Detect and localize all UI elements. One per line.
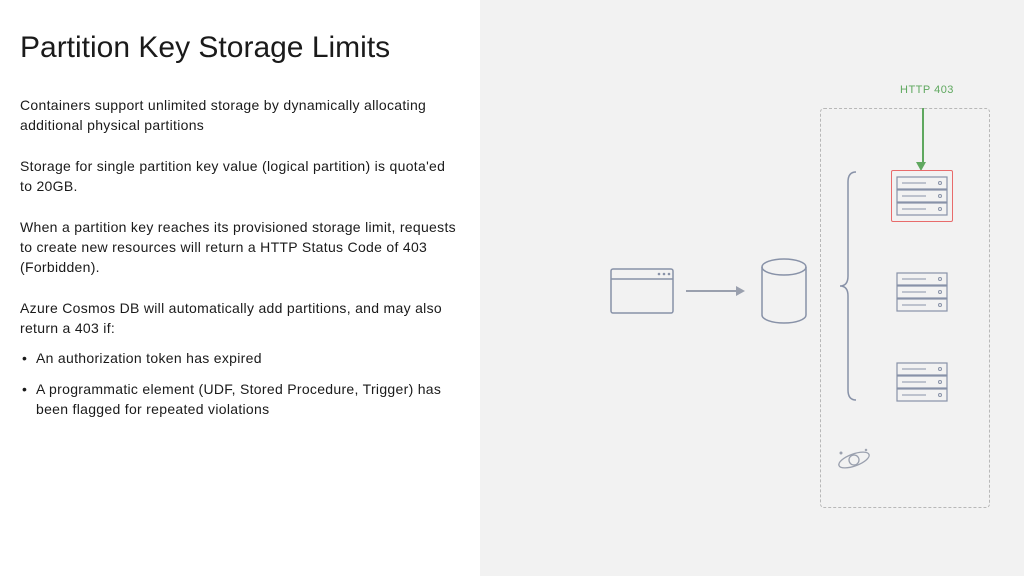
server-icon-2 — [896, 272, 948, 312]
bullet-1: An authorization token has expired — [22, 348, 460, 368]
paragraph-1: Containers support unlimited storage by … — [20, 96, 460, 135]
database-cylinder-icon — [760, 258, 808, 324]
paragraph-3: When a partition key reaches its provisi… — [20, 218, 460, 277]
http-403-label: HTTP 403 — [900, 84, 954, 96]
paragraph-2: Storage for single partition key value (… — [20, 157, 460, 196]
bullet-2: A programmatic element (UDF, Stored Proc… — [22, 379, 460, 420]
bracket-icon — [838, 170, 858, 402]
request-arrow-icon — [686, 290, 736, 292]
text-panel: Partition Key Storage Limits Containers … — [0, 0, 480, 576]
server-icon-1 — [896, 176, 948, 216]
paragraph-4: Azure Cosmos DB will automatically add p… — [20, 299, 460, 338]
diagram-panel: HTTP 403 — [480, 0, 1024, 576]
browser-window-icon — [610, 268, 674, 314]
cosmos-db-icon — [836, 444, 872, 476]
bullet-list: An authorization token has expired A pro… — [20, 348, 460, 419]
server-icon-3 — [896, 362, 948, 402]
slide-title: Partition Key Storage Limits — [20, 30, 460, 66]
